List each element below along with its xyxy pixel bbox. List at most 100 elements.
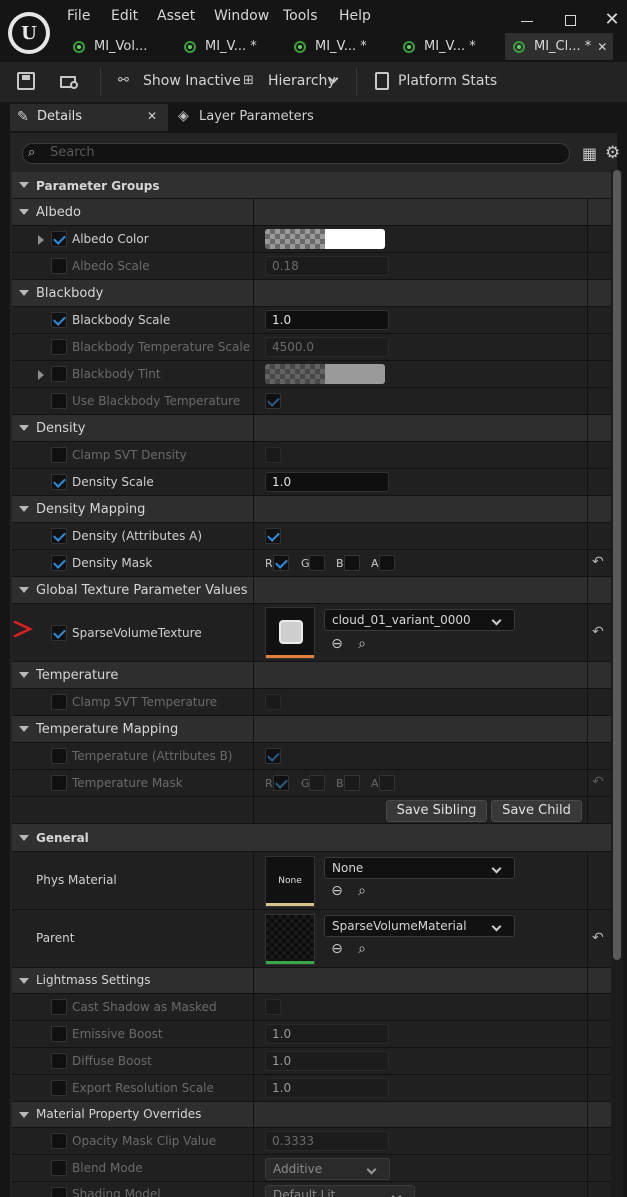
section-overrides[interactable]: Material Property Overrides	[12, 1102, 611, 1128]
section-general[interactable]: General	[12, 824, 611, 852]
doc-tab-2[interactable]: MI_V... *	[183, 33, 257, 60]
doc-tab-5[interactable]: MI_Cl... * ✕	[505, 33, 613, 60]
browse-asset-icon[interactable]: ⌕	[354, 636, 370, 652]
checkbox-clamp-svt-density[interactable]	[265, 447, 281, 463]
save-icon[interactable]	[17, 72, 35, 90]
doc-tab-4[interactable]: MI_V... *	[402, 33, 476, 60]
section-density-mapping[interactable]: Density Mapping	[12, 496, 611, 523]
emissive-boost-input[interactable]: 1.0	[265, 1024, 389, 1044]
platform-stats-button[interactable]: Platform Stats	[398, 73, 497, 89]
checkbox-shading-model[interactable]	[51, 1187, 67, 1197]
doc-tab-1[interactable]: MI_Vol...	[72, 33, 147, 60]
scrollbar[interactable]	[613, 170, 621, 960]
opacity-mask-input[interactable]: 0.3333	[265, 1131, 389, 1151]
reset-arrow-icon[interactable]: ↶	[592, 554, 604, 570]
checkbox-density-attr-a-override[interactable]	[51, 528, 67, 544]
tab-details[interactable]	[10, 104, 168, 131]
section-albedo[interactable]: Albedo	[12, 199, 611, 226]
menu-tools[interactable]: Tools	[283, 8, 318, 24]
checkbox-mask-a[interactable]	[379, 555, 395, 571]
checkbox-blackbody-scale[interactable]	[51, 312, 67, 328]
parent-thumbnail[interactable]	[265, 914, 315, 965]
browse-asset-icon[interactable]: ⌕	[354, 883, 370, 899]
checkbox-temp-mask-a[interactable]	[379, 775, 395, 791]
section-parameter-groups[interactable]: Parameter Groups	[12, 172, 611, 199]
texture-thumbnail[interactable]	[265, 607, 315, 659]
blackbody-scale-input[interactable]: 1.0	[265, 310, 389, 330]
blend-mode-combo[interactable]: Additive	[265, 1158, 390, 1180]
shading-model-combo[interactable]: Default Lit	[265, 1185, 415, 1197]
checkbox-temp-attr-b-override[interactable]	[51, 748, 67, 764]
checkbox-use-blackbody-temp[interactable]	[265, 393, 281, 409]
phys-material-thumbnail[interactable]: None	[265, 856, 315, 907]
menu-help[interactable]: Help	[339, 8, 371, 24]
section-temperature[interactable]: Temperature	[12, 662, 611, 689]
section-density[interactable]: Density	[12, 415, 611, 442]
checkbox-use-blackbody-temp-override[interactable]	[51, 393, 67, 409]
section-global-texture[interactable]: Global Texture Parameter Values	[12, 577, 611, 604]
close-tab-icon[interactable]: ✕	[147, 109, 157, 123]
checkbox-albedo-color[interactable]	[51, 231, 67, 247]
use-selected-arrow-icon[interactable]: ⊖	[329, 941, 345, 957]
checkbox-density-attr-a[interactable]	[265, 528, 281, 544]
save-child-button[interactable]: Save Child	[491, 800, 582, 822]
blackbody-temp-scale-input[interactable]: 4500.0	[265, 337, 389, 357]
checkbox-emissive-boost[interactable]	[51, 1026, 67, 1042]
minimize-icon[interactable]	[515, 8, 539, 32]
gear-icon[interactable]: ⚙	[605, 143, 620, 163]
hierarchy-button[interactable]: Hierarchy	[268, 73, 336, 89]
parent-combo[interactable]: SparseVolumeMaterial	[324, 915, 515, 937]
reset-arrow-icon[interactable]: ↶	[592, 930, 604, 946]
search-input[interactable]	[22, 143, 570, 164]
checkbox-temp-mask-override[interactable]	[51, 775, 67, 791]
checkbox-density-scale[interactable]	[51, 474, 67, 490]
menu-edit[interactable]: Edit	[111, 8, 138, 24]
save-sibling-button[interactable]: Save Sibling	[386, 800, 487, 822]
checkbox-temp-mask-g[interactable]	[309, 775, 325, 791]
export-res-input[interactable]: 1.0	[265, 1078, 389, 1098]
checkbox-diffuse-boost[interactable]	[51, 1053, 67, 1069]
checkbox-export-res[interactable]	[51, 1080, 67, 1096]
tab-layer-parameters[interactable]: Layer Parameters	[199, 109, 314, 124]
svt-asset-combo[interactable]: cloud_01_variant_0000	[324, 609, 515, 631]
checkbox-sparse-volume-texture[interactable]	[51, 625, 67, 641]
checkbox-blend-mode[interactable]	[51, 1160, 67, 1176]
checkbox-temp-attr-b[interactable]	[265, 748, 281, 764]
section-temperature-mapping[interactable]: Temperature Mapping	[12, 716, 611, 743]
checkbox-opacity-mask[interactable]	[51, 1133, 67, 1149]
browse-asset-icon[interactable]: ⌕	[354, 941, 370, 957]
checkbox-mask-g[interactable]	[309, 555, 325, 571]
table-view-icon[interactable]: ▦	[582, 144, 597, 163]
menu-asset[interactable]: Asset	[157, 8, 195, 24]
albedo-color-swatch[interactable]	[265, 229, 385, 249]
blackbody-tint-swatch[interactable]	[265, 364, 385, 384]
expand-icon[interactable]	[38, 370, 44, 380]
checkbox-mask-b[interactable]	[344, 555, 360, 571]
albedo-scale-input[interactable]: 0.18	[265, 256, 389, 276]
checkbox-clamp-svt-temp-override[interactable]	[51, 694, 67, 710]
section-lightmass[interactable]: Lightmass Settings	[12, 968, 611, 994]
checkbox-blackbody-tint[interactable]	[51, 366, 67, 382]
checkbox-clamp-svt-density-override[interactable]	[51, 447, 67, 463]
use-selected-arrow-icon[interactable]: ⊖	[329, 883, 345, 899]
checkbox-clamp-svt-temp[interactable]	[265, 694, 281, 710]
density-scale-input[interactable]: 1.0	[265, 472, 389, 492]
close-tab-icon[interactable]: ✕	[597, 40, 607, 54]
checkbox-albedo-scale[interactable]	[51, 258, 67, 274]
checkbox-temp-mask-r[interactable]	[273, 775, 289, 791]
show-inactive-button[interactable]: Show Inactive	[143, 73, 241, 89]
menu-file[interactable]: File	[67, 8, 90, 24]
checkbox-cast-shadow[interactable]	[265, 999, 281, 1015]
expand-icon[interactable]	[38, 235, 44, 245]
diffuse-boost-input[interactable]: 1.0	[265, 1051, 389, 1071]
section-blackbody[interactable]: Blackbody	[12, 280, 611, 307]
unreal-logo-icon[interactable]: U	[8, 12, 50, 54]
checkbox-temp-mask-b[interactable]	[344, 775, 360, 791]
doc-tab-3[interactable]: MI_V... *	[293, 33, 367, 60]
maximize-icon[interactable]	[559, 8, 583, 32]
phys-material-combo[interactable]: None	[324, 857, 515, 879]
checkbox-mask-r[interactable]	[273, 555, 289, 571]
checkbox-cast-shadow-override[interactable]	[51, 999, 67, 1015]
browse-folder-icon[interactable]	[60, 72, 82, 92]
use-selected-arrow-icon[interactable]: ⊖	[329, 636, 345, 652]
